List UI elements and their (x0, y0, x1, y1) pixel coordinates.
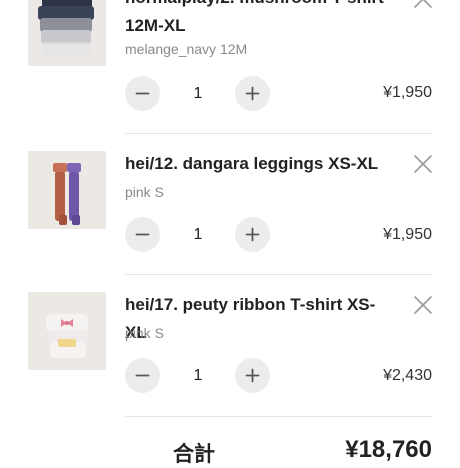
minus-icon (135, 374, 150, 377)
product-variant: melange_navy 12M (125, 41, 248, 57)
product-variant: pink S (125, 184, 164, 200)
product-thumbnail[interactable] (28, 0, 106, 66)
item-price: ¥1,950 (383, 226, 432, 243)
plus-icon (245, 86, 260, 101)
quantity-stepper: 1 (125, 76, 271, 112)
decrease-quantity-button[interactable] (125, 217, 160, 252)
quantity-stepper: 1 (125, 217, 271, 253)
quantity-value: 1 (193, 85, 203, 102)
cart-item: hei/12. dangara leggings XS-XL pink S 1 … (0, 140, 460, 281)
decrease-quantity-button[interactable] (125, 76, 160, 111)
increase-quantity-button[interactable] (235, 76, 270, 111)
increase-quantity-button[interactable] (235, 358, 270, 393)
quantity-value: 1 (193, 226, 203, 243)
folded-tshirts-image (28, 0, 106, 66)
quantity-value: 1 (193, 367, 203, 384)
leggings-image (28, 151, 106, 229)
minus-icon (135, 233, 150, 236)
plus-icon (245, 368, 260, 383)
product-thumbnail[interactable] (28, 292, 106, 370)
close-icon (414, 296, 432, 314)
cart-item: hei/17. peuty ribbon T-shirt XS-XL pink … (0, 281, 460, 422)
plus-icon (245, 227, 260, 242)
divider (125, 274, 433, 275)
cart-item: normalplay/2. mushroom T-shirt 12M-XL me… (0, 0, 460, 115)
divider (125, 133, 433, 134)
close-icon (414, 155, 432, 173)
product-title[interactable]: hei/17. peuty ribbon T-shirt XS-XL (125, 291, 395, 347)
item-price: ¥2,430 (383, 367, 432, 384)
item-price: ¥1,950 (383, 84, 432, 101)
decrease-quantity-button[interactable] (125, 358, 160, 393)
remove-item-button[interactable] (412, 153, 434, 175)
increase-quantity-button[interactable] (235, 217, 270, 252)
quantity-stepper: 1 (125, 358, 271, 394)
total-label: 合計 (173, 443, 215, 466)
close-icon (414, 0, 432, 8)
minus-icon (135, 92, 150, 95)
remove-item-button[interactable] (412, 0, 434, 10)
product-title[interactable]: hei/12. dangara leggings XS-XL (125, 150, 395, 178)
remove-item-button[interactable] (412, 294, 434, 316)
product-thumbnail[interactable] (28, 151, 106, 229)
ribbon-tshirts-image (28, 292, 106, 370)
divider (125, 416, 433, 417)
product-variant: pink S (125, 325, 164, 341)
product-title[interactable]: normalplay/2. mushroom T-shirt 12M-XL (125, 0, 395, 40)
